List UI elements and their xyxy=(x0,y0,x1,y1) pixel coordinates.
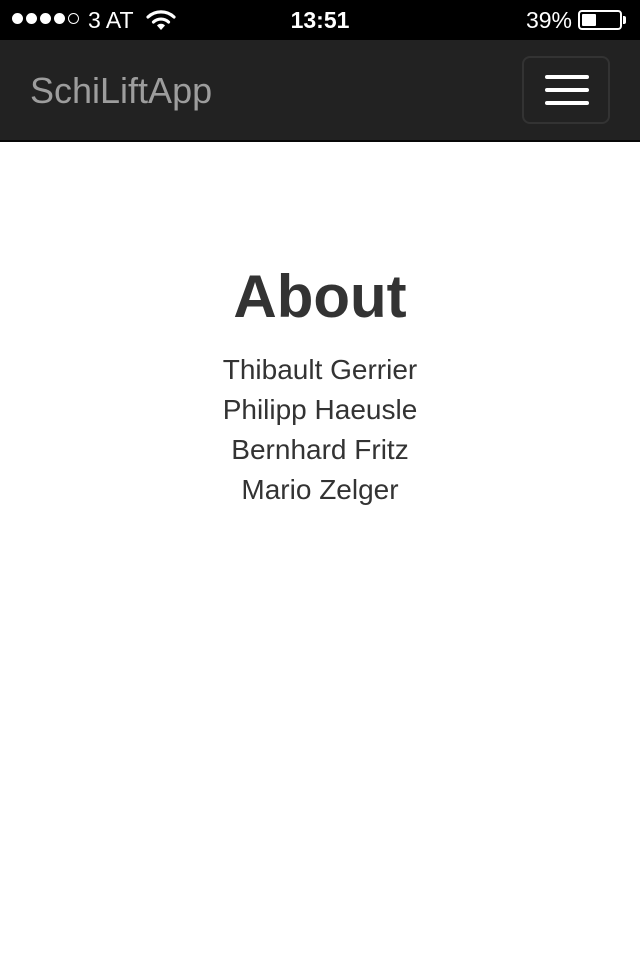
battery-percent: 39% xyxy=(525,7,572,33)
author-name: Philipp Haeusle xyxy=(222,394,418,425)
author-list: Thibault Gerrier Philipp Haeusle Bernhar… xyxy=(0,350,640,510)
hamburger-menu-icon xyxy=(545,88,589,92)
main-content: About Thibault Gerrier Philipp Haeusle B… xyxy=(0,142,640,510)
battery-icon xyxy=(578,10,622,30)
author-name: Thibault Gerrier xyxy=(222,354,418,385)
menu-toggle-button[interactable] xyxy=(522,56,610,124)
page-title: About xyxy=(233,263,407,330)
author-name: Bernhard Fritz xyxy=(231,434,409,465)
status-bar: 3 AT 13:51 39% xyxy=(0,0,640,40)
app-brand-link[interactable]: SchiLiftApp xyxy=(30,71,212,111)
battery-tip xyxy=(623,16,626,24)
hamburger-menu-icon xyxy=(545,75,589,79)
battery-level-fill xyxy=(582,14,596,26)
author-name: Mario Zelger xyxy=(241,474,399,505)
hamburger-menu-icon xyxy=(545,101,589,105)
navbar: SchiLiftApp xyxy=(0,40,640,142)
